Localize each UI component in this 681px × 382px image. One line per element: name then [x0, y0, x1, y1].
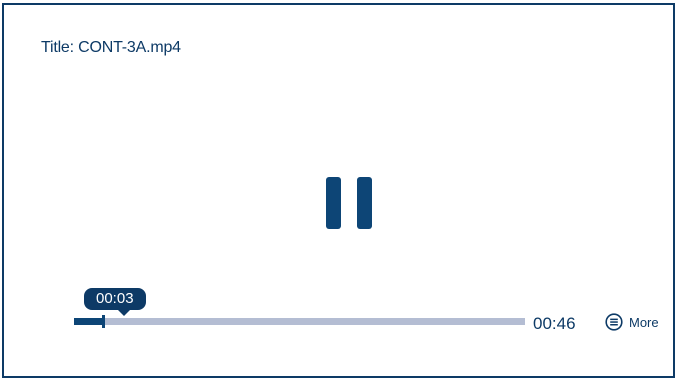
more-label: More: [629, 314, 659, 330]
seek-bar[interactable]: [74, 315, 525, 328]
more-button[interactable]: More: [605, 313, 659, 331]
seek-track: [74, 318, 525, 325]
seek-handle[interactable]: [102, 315, 106, 328]
pause-bar-left: [326, 177, 341, 229]
menu-circle-icon: [605, 313, 623, 331]
pause-icon[interactable]: [326, 177, 372, 229]
duration-label: 00:46: [533, 314, 576, 333]
video-title: Title: CONT-3A.mp4: [41, 39, 181, 56]
current-time-tooltip: 00:03: [84, 288, 146, 316]
seek-fill: [74, 318, 104, 325]
pause-bar-right: [357, 177, 372, 229]
